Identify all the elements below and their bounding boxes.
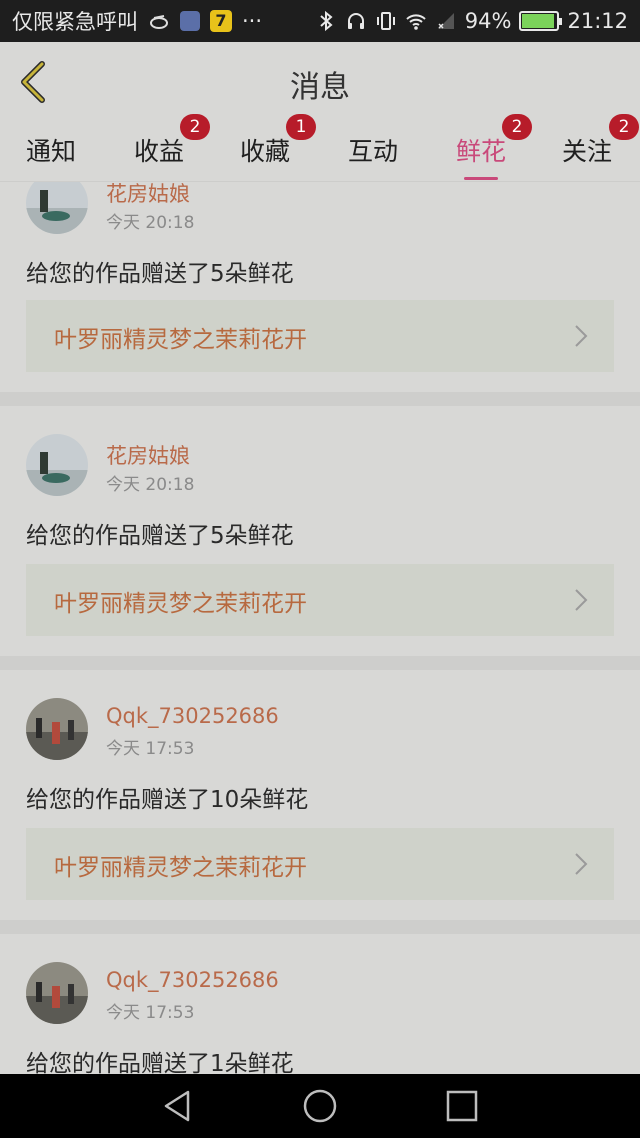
- chevron-right-icon: [575, 853, 588, 875]
- tab-earnings-badge: 2: [180, 114, 210, 140]
- list-item: Qqk_730252686 今天 17:53 给您的作品赠送了1朵鲜花: [0, 934, 640, 1074]
- work-title: 叶罗丽精灵梦之茉莉花开: [54, 855, 307, 881]
- carrier-text: 仅限紧急呼叫: [12, 10, 138, 34]
- avatar[interactable]: [26, 962, 88, 1024]
- work-title: 叶罗丽精灵梦之茉莉花开: [54, 591, 307, 617]
- timestamp: 今天 17:53: [106, 739, 195, 759]
- avatar[interactable]: [26, 434, 88, 496]
- tab-label: 收益: [134, 137, 185, 166]
- username[interactable]: Qqk_730252686: [106, 968, 279, 992]
- bluetooth-icon: [320, 10, 333, 32]
- work-link[interactable]: 叶罗丽精灵梦之茉莉花开: [26, 564, 614, 636]
- tab-bar: 通知 收益 收藏 互动 鲜花 关注: [0, 124, 640, 182]
- timestamp: 今天 20:18: [106, 213, 195, 233]
- page-title: 消息: [290, 70, 350, 105]
- headphones-icon: [347, 13, 364, 29]
- more-notifications-icon: ···: [242, 9, 263, 33]
- username[interactable]: 花房姑娘: [106, 440, 190, 470]
- tab-earnings[interactable]: 收益: [134, 132, 184, 168]
- username[interactable]: Qqk_730252686: [106, 704, 279, 728]
- tab-label: 关注: [562, 137, 613, 166]
- tab-flowers[interactable]: 鲜花: [456, 132, 507, 180]
- header: 消息: [0, 42, 640, 124]
- system-nav-bar: [0, 1074, 640, 1138]
- message-text: 给您的作品赠送了1朵鲜花: [26, 1051, 294, 1074]
- wifi-icon: [406, 14, 426, 30]
- chevron-right-icon: [575, 325, 588, 347]
- timestamp: 今天 20:18: [106, 475, 195, 495]
- tab-label: 通知: [26, 137, 77, 166]
- recents-icon[interactable]: [444, 1088, 480, 1124]
- divider: [0, 656, 640, 670]
- avatar[interactable]: [26, 698, 88, 760]
- work-link[interactable]: 叶罗丽精灵梦之茉莉花开: [26, 300, 614, 372]
- list-item: Qqk_730252686 今天 17:53 给您的作品赠送了10朵鲜花 叶罗丽…: [0, 670, 640, 920]
- active-tab-indicator: [464, 177, 499, 180]
- message-text: 给您的作品赠送了5朵鲜花: [26, 523, 294, 549]
- home-icon[interactable]: [302, 1088, 338, 1124]
- location-app-icon: [180, 11, 200, 31]
- work-title: 叶罗丽精灵梦之茉莉花开: [54, 327, 307, 353]
- tab-favorites[interactable]: 收藏: [240, 132, 290, 168]
- tab-follows[interactable]: 关注: [562, 132, 612, 168]
- tab-label: 互动: [348, 137, 399, 166]
- back-icon[interactable]: [160, 1088, 196, 1124]
- battery-percent: 94%: [464, 9, 512, 33]
- flower-message-list[interactable]: 花房姑娘 今天 20:18 给您的作品赠送了5朵鲜花 叶罗丽精灵梦之茉莉花开 花…: [0, 182, 640, 1074]
- divider: [0, 920, 640, 934]
- list-item: 花房姑娘 今天 20:18 给您的作品赠送了5朵鲜花 叶罗丽精灵梦之茉莉花开: [0, 406, 640, 656]
- tab-label: 鲜花: [456, 137, 507, 166]
- tab-label: 收藏: [240, 137, 291, 166]
- tab-favorites-badge: 1: [286, 114, 316, 140]
- message-text: 给您的作品赠送了10朵鲜花: [26, 787, 309, 813]
- tab-interactions[interactable]: 互动: [348, 132, 398, 168]
- notification-icon: [150, 15, 168, 29]
- chevron-right-icon: [575, 589, 588, 611]
- vibrate-icon: [376, 12, 395, 30]
- divider: [0, 392, 640, 406]
- message-text: 给您的作品赠送了5朵鲜花: [26, 261, 294, 287]
- list-item: 花房姑娘 今天 20:18 给您的作品赠送了5朵鲜花 叶罗丽精灵梦之茉莉花开: [0, 182, 640, 392]
- username[interactable]: 花房姑娘: [106, 182, 190, 208]
- work-link[interactable]: 叶罗丽精灵梦之茉莉花开: [26, 828, 614, 900]
- avatar[interactable]: [26, 182, 88, 234]
- tab-follows-badge: 2: [609, 114, 639, 140]
- tab-flowers-badge: 2: [502, 114, 532, 140]
- app-notification-icon: 7: [210, 10, 232, 32]
- tab-notifications[interactable]: 通知: [26, 132, 76, 168]
- clock: 21:12: [567, 9, 628, 33]
- signal-icon: [437, 13, 454, 29]
- battery-icon: [519, 11, 563, 31]
- status-bar: 仅限紧急呼叫 7 ··· 94% 21:12: [0, 0, 640, 42]
- timestamp: 今天 17:53: [106, 1003, 195, 1023]
